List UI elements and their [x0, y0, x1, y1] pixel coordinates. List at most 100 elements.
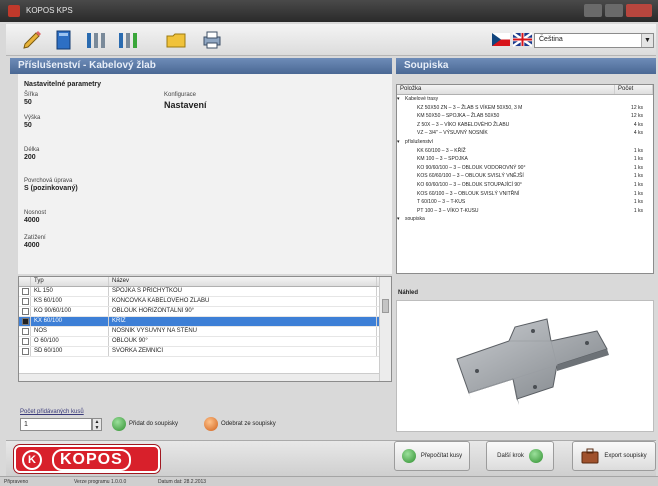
scrollbar-thumb[interactable] — [382, 299, 389, 313]
table-row[interactable]: O 60/100 OBLOUK 90° — [19, 337, 391, 347]
tree-item-label: KOS 60/60/100 – 3 – OBLOUK SVISLÝ VNĚJŠÍ — [417, 173, 524, 180]
status-bar: Připraveno Verze programu 1.0.0.0 Datum … — [0, 476, 658, 486]
tree-item-label: KM 100 – 3 – SPOJKA — [417, 156, 468, 163]
add-icon — [112, 417, 126, 431]
tree-item-label: T 60/100 – 3 – T-KUS — [417, 199, 466, 206]
row-checkbox[interactable] — [22, 298, 29, 305]
field-value-length[interactable]: 200 — [24, 154, 36, 161]
tree-item[interactable]: Z 50X – 3 – VÍKO KABELOVÉHO ŽLABU 4 ks — [397, 121, 653, 130]
field-value-width[interactable]: 50 — [24, 99, 32, 106]
row-checkbox[interactable] — [22, 308, 29, 315]
config-value[interactable]: Nastavení — [164, 100, 207, 110]
tree-item[interactable]: KK 60/100 – 3 – KŘÍŽ 1 ks — [397, 147, 653, 156]
tree-item-qty: 4 ks — [633, 130, 643, 137]
tree-item[interactable]: VZ – 3/4" – VÝSUVNÝ NOSNÍK 4 ks — [397, 129, 653, 138]
column-header-name[interactable]: Název — [109, 277, 377, 286]
table-header: Typ Název — [19, 277, 391, 287]
minimize-button[interactable] — [584, 4, 602, 17]
quantity-input[interactable]: 1 — [20, 418, 92, 431]
tree-group[interactable]: ▾ soupiska — [397, 215, 653, 224]
row-type: O 60/100 — [31, 337, 109, 346]
row-name: KONCOVKA KABELOVÉHO ŽLABU — [109, 297, 377, 306]
app-icon — [8, 5, 20, 17]
kopos-logo[interactable]: K KOPOS — [14, 445, 160, 473]
field-label-stress: Zatížení — [24, 235, 46, 241]
row-checkbox[interactable] — [22, 318, 29, 325]
tree-item-label: PT 100 – 3 – VÍKO T-KUSU — [417, 207, 479, 214]
field-label-length: Délka — [24, 147, 40, 153]
quantity-stepper[interactable]: ▲ ▼ — [92, 418, 102, 431]
tree-group[interactable]: ▾ příslušenství — [397, 138, 653, 147]
row-check-cell — [19, 327, 31, 336]
tree-item[interactable]: KM 100 – 3 – SPOJKA 1 ks — [397, 155, 653, 164]
row-name: KŘÍŽ — [109, 317, 377, 326]
row-type: SD 60/100 — [31, 347, 109, 356]
expand-icon[interactable]: ▾ — [397, 96, 400, 102]
tree-item[interactable]: T 60/100 – 3 – T-KUS 1 ks — [397, 198, 653, 207]
table-row[interactable]: KX 60/100 KŘÍŽ — [19, 317, 391, 327]
table-row[interactable]: KS 60/100 KONCOVKA KABELOVÉHO ŽLABU — [19, 297, 391, 307]
tree-item[interactable]: KO 60/60/100 – 3 – OBLOUK STOUPAJÍCÍ 90°… — [397, 181, 653, 190]
cable-tray-icon[interactable] — [84, 28, 108, 52]
tree-item[interactable]: KZ 50X50 ZN – 3 – ŽLAB S VÍKEM 50X50, 3 … — [397, 104, 653, 113]
column-header-item[interactable]: Položka — [397, 85, 615, 94]
folder-icon[interactable] — [164, 28, 188, 52]
row-checkbox[interactable] — [22, 288, 29, 295]
tree-item-label: KO 90/60/100 – 3 – OBLOUK VODOROVNÝ 90° — [417, 164, 526, 171]
vertical-scrollbar[interactable] — [379, 277, 391, 381]
field-value-stress[interactable]: 4000 — [24, 242, 40, 249]
chevron-down-icon[interactable]: ▼ — [641, 34, 653, 47]
header-check — [19, 277, 31, 286]
expand-icon[interactable]: ▾ — [397, 139, 400, 145]
table-row[interactable]: NOS NOSNÍK VÝSUVNÝ NA STĚNU — [19, 327, 391, 337]
next-icon — [528, 449, 543, 463]
tree-item[interactable]: KOS 60/100 – 3 – OBLOUK SVISLÝ VNITŘNÍ 1 … — [397, 190, 653, 199]
field-value-finish[interactable]: S (pozinkovaný) — [24, 185, 78, 192]
tree-item[interactable]: KO 90/60/100 – 3 – OBLOUK VODOROVNÝ 90° 1… — [397, 164, 653, 173]
row-name: SPOJKA S PŘÍCHYTKOU — [109, 287, 377, 296]
export-list-label: Export soupisky — [604, 453, 647, 459]
table-row[interactable]: KL 150 SPOJKA S PŘÍCHYTKOU — [19, 287, 391, 297]
accessories-table: Typ Název KL 150 SPOJKA S PŘÍCHYTKOU KS 60… — [18, 276, 392, 382]
printer-icon[interactable] — [200, 28, 224, 52]
row-checkbox[interactable] — [22, 328, 29, 335]
export-list-button[interactable]: Export soupisky — [572, 441, 656, 471]
language-select[interactable]: Čeština ▼ — [534, 33, 654, 48]
tree-item[interactable]: KOS 60/60/100 – 3 – OBLOUK SVISLÝ VNĚJŠÍ… — [397, 172, 653, 181]
column-header-type[interactable]: Typ — [31, 277, 109, 286]
recalculate-button[interactable]: Přepočítat kusy — [394, 441, 470, 471]
tree-item-qty: 1 ks — [633, 156, 643, 163]
table-row[interactable]: SD 60/100 SVORKA ZEMNÍCÍ — [19, 347, 391, 357]
pencil-icon[interactable] — [20, 28, 44, 52]
row-checkbox[interactable] — [22, 348, 29, 355]
row-checkbox[interactable] — [22, 338, 29, 345]
add-to-list-label: Přidat do soupisky — [129, 421, 179, 427]
tree-item-label: VZ – 3/4" – VÝSUVNÝ NOSNÍK — [417, 130, 488, 137]
field-value-load[interactable]: 4000 — [24, 217, 40, 224]
row-check-cell — [19, 317, 31, 326]
row-check-cell — [19, 287, 31, 296]
book-icon[interactable] — [52, 28, 76, 52]
column-header-qty[interactable]: Počet — [615, 85, 653, 94]
remove-from-list-button[interactable]: Odebrat ze soupisky — [204, 416, 276, 432]
next-step-button[interactable]: Další krok — [486, 441, 554, 471]
tree-body: ▾ Kabelové trasy KZ 50X50 ZN – 3 – ŽLAB S … — [397, 95, 653, 224]
add-to-list-button[interactable]: Přidat do soupisky — [112, 416, 178, 432]
recalculate-label: Přepočítat kusy — [420, 453, 463, 459]
tree-item[interactable]: PT 100 – 3 – VÍKO T-KUSU 1 ks — [397, 207, 653, 216]
tree-group[interactable]: ▾ Kabelové trasy — [397, 95, 653, 104]
cable-tray-green-icon[interactable] — [116, 28, 140, 52]
table-row[interactable]: KO 90/60/100 OBLOUK HORIZONTÁLNÍ 90° — [19, 307, 391, 317]
row-name: OBLOUK 90° — [109, 337, 377, 346]
tree-item[interactable]: KM 50X50 – SPOJKA – ŽLAB 50X50 12 ks — [397, 112, 653, 121]
product-preview-image — [396, 300, 654, 432]
window-controls — [584, 4, 652, 17]
row-name: OBLOUK HORIZONTÁLNÍ 90° — [109, 307, 377, 316]
row-type: KS 60/100 — [31, 297, 109, 306]
horizontal-scrollbar[interactable] — [19, 373, 379, 381]
maximize-button[interactable] — [605, 4, 623, 17]
tree-item-qty: 12 ks — [631, 104, 643, 111]
close-button[interactable] — [626, 4, 652, 17]
expand-icon[interactable]: ▾ — [397, 216, 400, 222]
field-value-height[interactable]: 50 — [24, 122, 32, 129]
